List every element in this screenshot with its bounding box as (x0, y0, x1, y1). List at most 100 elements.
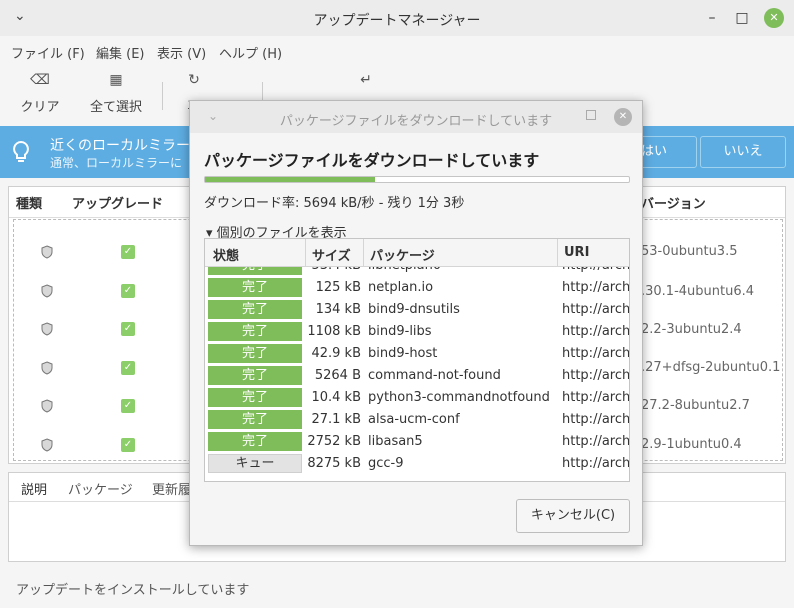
tab-changelog[interactable]: 更新履 (152, 479, 191, 498)
refresh-icon: ↻ (188, 72, 200, 88)
select-all-icon: ▦ (109, 72, 123, 88)
file-package: alsa-ucm-conf (368, 412, 460, 427)
column-type[interactable]: 種類 (16, 193, 42, 212)
file-size: 5264 B (314, 368, 361, 383)
upgrade-checkbox[interactable]: ✓ (121, 361, 135, 375)
dialog-heading: パッケージファイルをダウンロードしています (204, 151, 540, 170)
file-package: command-not-found (368, 368, 501, 383)
file-size: 125 kB (315, 280, 361, 295)
file-uri: http://archi (562, 324, 630, 339)
select-all-label: 全て選択 (89, 100, 142, 115)
download-rate: ダウンロード率: 5694 kB/秒 - 残り 1分 3秒 (204, 196, 465, 211)
file-status-badge: 完了 (208, 267, 302, 275)
file-status-badge: キュー (208, 454, 302, 473)
close-icon[interactable]: ✕ (764, 8, 784, 28)
download-progress-bar (204, 176, 630, 183)
file-uri: http://archi (562, 456, 630, 471)
dialog-title: パッケージファイルをダウンロードしています (279, 114, 553, 129)
maximize-icon[interactable]: □ (732, 8, 752, 28)
file-row[interactable]: 完了 125 kB netplan.io http://archi (205, 277, 630, 299)
dialog-titlebar: ⌄ パッケージファイルをダウンロードしています ✕ (190, 101, 642, 133)
shield-icon (41, 322, 53, 336)
column-uri[interactable]: URI (564, 245, 589, 260)
shield-icon (41, 245, 53, 259)
file-package: netplan.io (368, 280, 434, 295)
titlebar: ⌄ アップデートマネージャー – □ ✕ (0, 0, 794, 36)
upgrade-checkbox[interactable]: ✓ (121, 322, 135, 336)
file-row[interactable]: 完了 42.9 kB bind9-host http://archi (205, 343, 630, 365)
file-size: 53.4 kB (305, 267, 361, 273)
file-status-badge: 完了 (208, 300, 302, 319)
download-dialog: ⌄ パッケージファイルをダウンロードしています ✕ パッケージファイルをダウンロ… (189, 100, 643, 546)
file-status-badge: 完了 (208, 278, 302, 297)
column-status[interactable]: 状態 (213, 245, 239, 264)
no-button[interactable]: いいえ (700, 136, 786, 168)
tab-description[interactable]: 説明 (21, 479, 47, 498)
file-package: libasan5 (368, 434, 423, 449)
upgrade-checkbox[interactable]: ✓ (121, 284, 135, 298)
column-separator (305, 239, 306, 267)
file-size: 42.9 kB (311, 346, 361, 361)
row-version: 2.2-3ubuntu2.4 (641, 322, 742, 337)
file-row[interactable]: 完了53.4 kB libnetplan0 http://archi (205, 267, 629, 277)
file-status-badge: 完了 (208, 432, 302, 451)
file-row[interactable]: 完了 1108 kB bind9-libs http://archi (205, 321, 630, 343)
backspace-icon: ⌫ (30, 72, 50, 88)
file-uri: http://archi (562, 280, 630, 295)
file-package: bind9-host (368, 346, 438, 361)
tab-packages[interactable]: パッケージ (68, 479, 133, 498)
menu-file[interactable]: ファイル (F) (11, 43, 85, 62)
file-status-badge: 完了 (208, 344, 302, 363)
file-size: 1108 kB (307, 324, 361, 339)
column-size[interactable]: サイズ (312, 245, 351, 264)
shield-icon (41, 399, 53, 413)
file-uri: http://archi (562, 390, 630, 405)
upgrade-checkbox[interactable]: ✓ (121, 438, 135, 452)
shield-icon (41, 438, 53, 452)
clear-button[interactable]: ⌫ クリア (20, 72, 60, 115)
dialog-close-icon[interactable]: ✕ (614, 108, 632, 126)
file-row[interactable]: キュー 8275 kB gcc-9 http://archi (205, 453, 630, 475)
upgrade-checkbox[interactable]: ✓ (121, 245, 135, 259)
file-package: gcc-9 (368, 456, 404, 471)
menu-edit[interactable]: 編集 (E) (96, 43, 145, 62)
upgrade-checkbox[interactable]: ✓ (121, 399, 135, 413)
select-all-button[interactable]: ▦ 全て選択 (88, 72, 144, 115)
file-uri: http://archi (562, 346, 630, 361)
column-package[interactable]: パッケージ (370, 245, 435, 264)
file-uri: http://archi (562, 267, 629, 273)
file-size: 134 kB (315, 302, 361, 317)
row-version: .30.1-4ubuntu6.4 (641, 284, 755, 299)
file-package: bind9-dnsutils (368, 302, 460, 317)
row-version: .27+dfsg-2ubuntu0.1 (641, 360, 781, 375)
file-row[interactable]: 完了 10.4 kB python3-commandnotfound http://a… (205, 387, 630, 409)
column-separator (557, 239, 558, 267)
column-upgrade[interactable]: アップグレード (72, 193, 163, 212)
file-row[interactable]: 完了 27.1 kB alsa-ucm-conf http://archi (205, 409, 629, 431)
file-package: python3-commandnotfound (368, 390, 550, 405)
file-list: 状態 サイズ パッケージ URI 完了53.4 kBlibnetplan0htt… (204, 238, 630, 482)
window-title: アップデートマネージャー (313, 13, 481, 29)
shield-icon (41, 361, 53, 375)
progress-fill (205, 177, 375, 182)
minimize-icon[interactable]: – (702, 8, 722, 28)
file-rows: 完了53.4 kBlibnetplan0http://archi完了125 kB… (205, 267, 630, 481)
column-version[interactable]: バージョン (641, 193, 706, 212)
file-status-badge: 完了 (208, 366, 302, 385)
toolbar-separator (162, 82, 163, 110)
file-row[interactable]: 完了 134 kB bind9-dnsutils http://archi (205, 299, 629, 321)
dialog-maximize-icon[interactable] (586, 110, 596, 120)
lightbulb-icon (13, 140, 29, 162)
cancel-button[interactable]: キャンセル(C) (516, 499, 630, 533)
file-package: libnetplan0 (368, 267, 441, 273)
clear-label: クリア (20, 100, 60, 115)
menu-view[interactable]: 表示 (V) (157, 43, 206, 62)
file-row[interactable]: 完了 2752 kB libasan5 http://archi (205, 431, 630, 453)
file-row[interactable]: 完了 5264 B command-not-found http://archi (205, 365, 629, 387)
row-version: 27.2-8ubuntu2.7 (641, 398, 750, 413)
row-version: 53-0ubuntu3.5 (641, 244, 738, 259)
install-icon: ↵ (360, 72, 372, 88)
file-uri: http://archi (562, 434, 630, 449)
menu-help[interactable]: ヘルプ (H) (219, 43, 282, 62)
install-button[interactable]: ↵ (356, 72, 376, 92)
